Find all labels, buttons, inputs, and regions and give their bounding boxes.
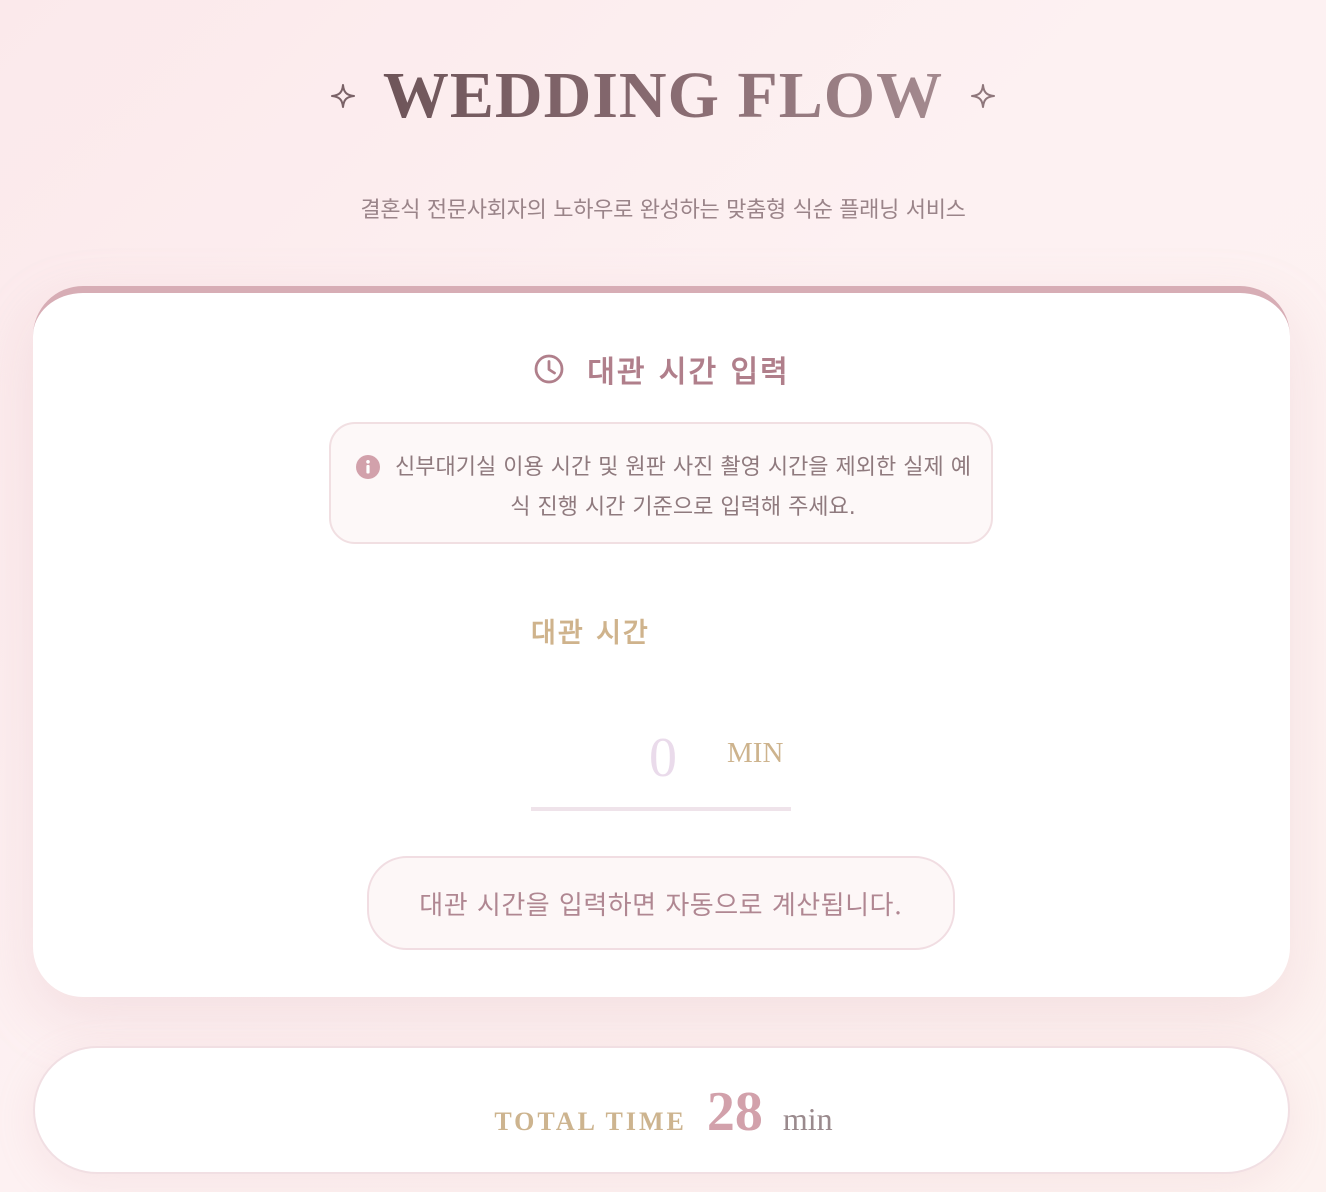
- total-time-unit: min: [782, 1101, 833, 1137]
- title-row: WEDDING FLOW: [0, 58, 1326, 134]
- rental-time-label: 대관 시간: [531, 618, 650, 649]
- rental-time-card: 대관 시간 입력 신부대기실 이용 시간 및 원판 사진 촬영 시간을 제외한 …: [33, 286, 1290, 997]
- app-title: WEDDING FLOW: [382, 59, 944, 132]
- page-header: WEDDING FLOW 결혼식 전문사회자의 노하우로 완성하는 맞춤형 식순…: [0, 0, 1326, 260]
- card-heading-text: 대관 시간 입력: [587, 355, 790, 390]
- rental-time-field: MIN: [531, 713, 791, 811]
- subtitle: 결혼식 전문사회자의 노하우로 완성하는 맞춤형 식순 플래닝 서비스: [360, 198, 966, 223]
- notice-box: 신부대기실 이용 시간 및 원판 사진 촬영 시간을 제외한 실제 예식 진행 …: [329, 422, 993, 544]
- input-unit-label: MIN: [727, 737, 784, 769]
- sparkle-icon: [971, 84, 996, 108]
- auto-calc-note: 대관 시간을 입력하면 자동으로 계산됩니다.: [367, 856, 955, 950]
- card-heading: 대관 시간 입력: [33, 347, 1290, 391]
- rental-time-input[interactable]: [591, 717, 735, 799]
- notice-text: 신부대기실 이용 시간 및 원판 사진 촬영 시간을 제외한 실제 예식 진행 …: [395, 455, 971, 520]
- total-row: TOTAL TIME 28 min: [35, 1080, 1292, 1144]
- total-time-card: TOTAL TIME 28 min: [33, 1046, 1290, 1174]
- info-icon: [356, 455, 380, 479]
- sparkle-icon: [330, 84, 355, 108]
- clock-icon: [534, 354, 564, 384]
- total-time-value: 28: [706, 1081, 763, 1143]
- total-time-label: TOTAL TIME: [494, 1107, 687, 1136]
